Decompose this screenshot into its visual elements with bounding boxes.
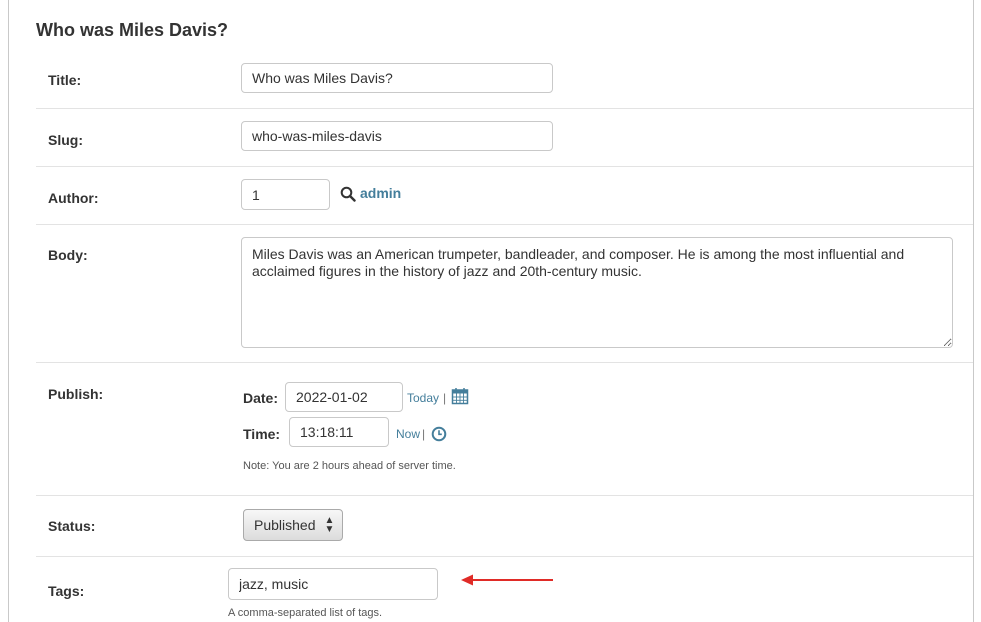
slug-label: Slug: [48,132,83,148]
slug-input[interactable] [241,121,553,151]
tags-row: Tags: A comma-separated list of tags. [36,556,973,622]
date-label: Date: [243,390,279,406]
tags-input[interactable] [228,568,438,600]
clock-icon [431,426,447,442]
body-textarea[interactable]: Miles Davis was an American trumpeter, b… [241,237,953,348]
tags-label: Tags: [48,583,85,599]
page-title: Who was Miles Davis? [36,20,229,40]
today-link[interactable]: Today [407,391,439,405]
now-link[interactable]: Now [396,427,420,441]
slug-row: Slug: [36,108,973,167]
annotation-arrow-icon [461,574,553,586]
publish-label: Publish: [48,386,104,402]
timezone-note: Note: You are 2 hours ahead of server ti… [243,460,456,472]
search-icon [340,186,356,202]
author-input[interactable] [241,179,330,210]
body-row: Body: Miles Davis was an American trumpe… [36,224,973,363]
time-input[interactable] [289,417,389,447]
date-input[interactable] [285,382,403,412]
time-label: Time: [243,426,281,442]
title-input[interactable] [241,63,553,93]
calendar-icon [451,388,469,405]
body-label: Body: [48,247,88,263]
tags-help-text: A comma-separated list of tags. [228,607,383,619]
title-row: Title: [36,50,973,109]
status-select[interactable]: Published ▲ ▼ [243,509,343,541]
select-arrows-icon: ▲ ▼ [324,515,335,535]
status-selected-value: Published [254,517,316,533]
time-separator: | [422,427,426,441]
author-row: Author: admin [36,166,973,225]
title-label: Title: [48,72,82,88]
status-label: Status: [48,518,96,534]
date-separator: | [443,391,447,405]
author-name-link[interactable]: admin [360,185,401,201]
clock-button[interactable] [431,426,447,447]
calendar-button[interactable] [451,387,469,410]
publish-row: Publish: Date: Today | Time: Now | Note:… [36,362,973,496]
author-label: Author: [48,190,99,206]
status-row: Status: Published ▲ ▼ [36,495,973,557]
